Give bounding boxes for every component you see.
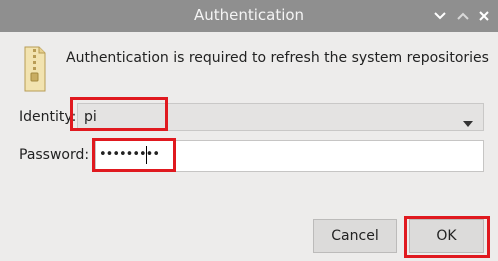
- ok-button[interactable]: OK: [409, 219, 484, 253]
- chevron-down-icon[interactable]: [432, 8, 448, 24]
- password-label: Password:: [19, 147, 90, 163]
- text-caret: [146, 146, 147, 164]
- chevron-up-icon[interactable]: [455, 8, 471, 24]
- title-bar[interactable]: Authentication: [0, 0, 498, 32]
- dropdown-arrow-icon[interactable]: [463, 115, 473, 131]
- password-field[interactable]: •••••••••: [95, 140, 484, 172]
- close-icon[interactable]: [476, 8, 492, 24]
- window-title: Authentication: [193, 6, 305, 24]
- identity-value: pi: [84, 109, 97, 125]
- identity-label: Identity:: [19, 109, 77, 125]
- cancel-button[interactable]: Cancel: [313, 219, 397, 253]
- identity-select[interactable]: pi: [77, 103, 484, 131]
- password-value: •••••••••: [99, 147, 160, 162]
- zip-archive-icon: [24, 46, 46, 92]
- auth-message: Authentication is required to refresh th…: [66, 50, 489, 66]
